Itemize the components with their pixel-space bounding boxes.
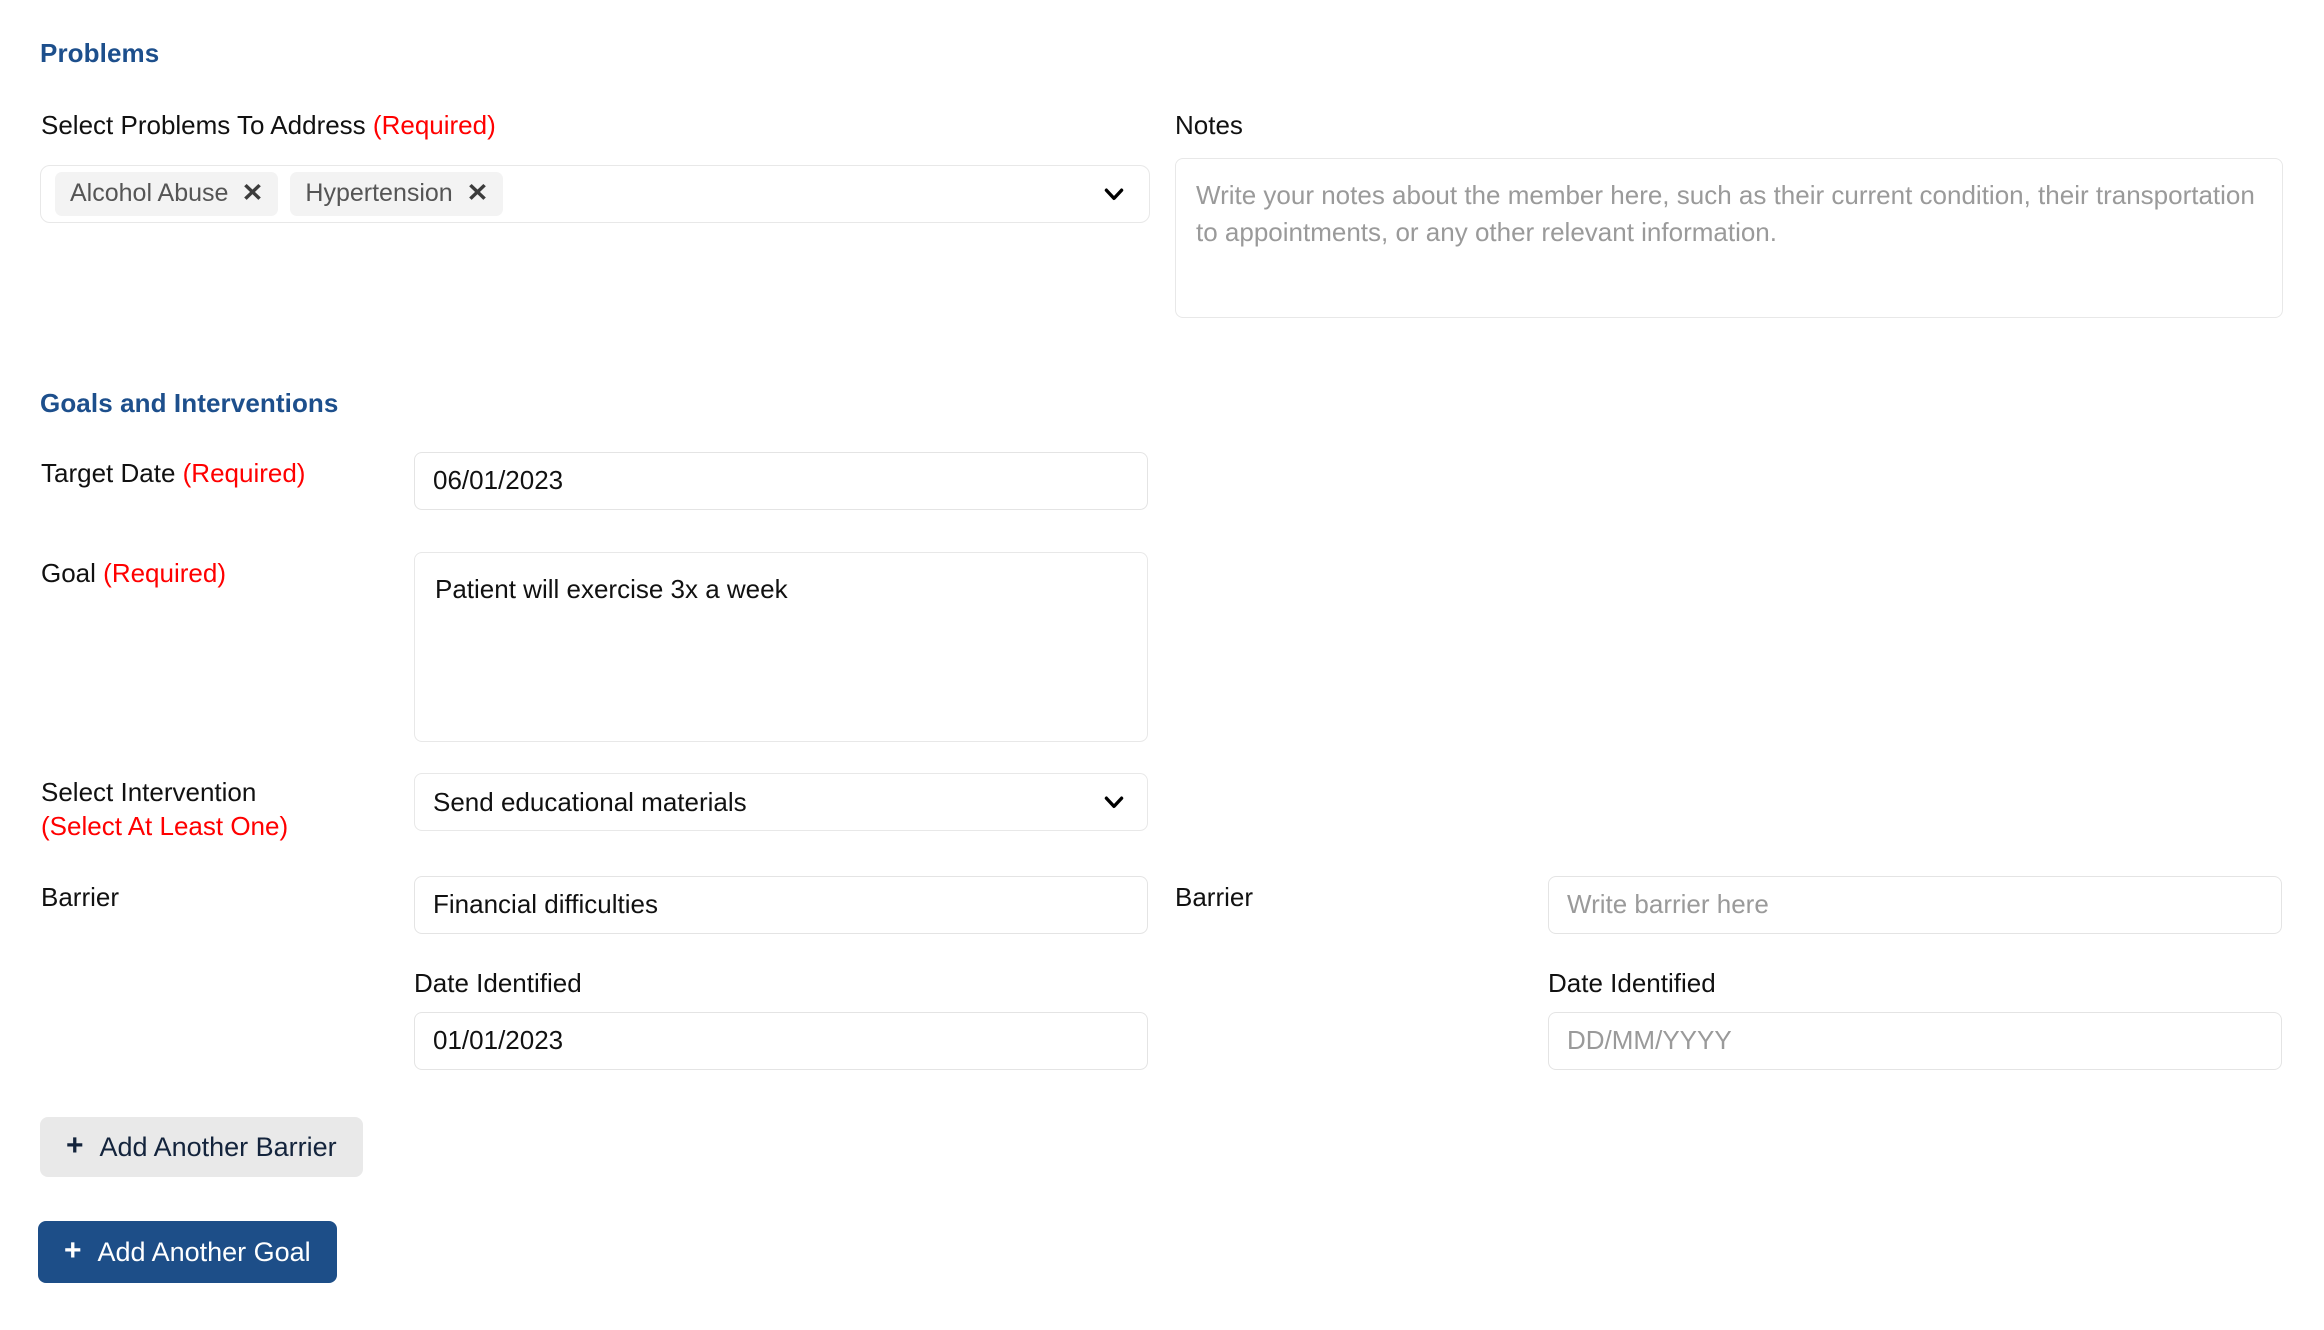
date-identified-label-right: Date Identified — [1548, 968, 1716, 998]
select-intervention-label-text: Select Intervention — [41, 777, 257, 807]
notes-label: Notes — [1175, 110, 1243, 140]
goal-label: Goal (Required) — [41, 556, 226, 590]
select-intervention-value: Send educational materials — [433, 786, 747, 817]
date-identified-input-right[interactable]: DD/MM/YYYY — [1548, 1012, 2282, 1070]
add-another-barrier-button[interactable]: + Add Another Barrier — [40, 1117, 363, 1177]
goal-label-text: Goal — [41, 558, 96, 588]
date-identified-placeholder-right: DD/MM/YYYY — [1567, 1025, 1732, 1056]
problems-multiselect[interactable]: Alcohol Abuse ✕ Hypertension ✕ — [40, 165, 1150, 223]
select-intervention-label: Select Intervention (Select At Least One) — [41, 775, 381, 844]
barrier-label-right: Barrier — [1175, 882, 1254, 912]
target-date-input[interactable]: 06/01/2023 — [414, 452, 1148, 510]
date-identified-input-left[interactable]: 01/01/2023 — [414, 1012, 1148, 1070]
target-date-label-text: Target Date — [41, 458, 176, 488]
problem-chip-label: Hypertension — [305, 179, 453, 207]
care-plan-form: Problems Select Problems To Address (Req… — [0, 0, 2324, 1330]
select-problems-label-text: Select Problems To Address — [41, 110, 366, 140]
barrier-placeholder-right: Write barrier here — [1567, 889, 1769, 920]
problem-chip[interactable]: Hypertension ✕ — [290, 172, 503, 216]
goals-section-heading: Goals and Interventions — [40, 388, 339, 418]
goal-required-marker: (Required) — [103, 558, 226, 588]
problem-chip[interactable]: Alcohol Abuse ✕ — [55, 172, 279, 216]
target-date-value: 06/01/2023 — [433, 465, 564, 496]
select-problems-required-marker: (Required) — [372, 110, 496, 140]
problem-chip-label: Alcohol Abuse — [70, 179, 229, 207]
add-another-barrier-label: Add Another Barrier — [99, 1131, 337, 1162]
target-date-label: Target Date (Required) — [41, 456, 305, 490]
close-icon[interactable]: ✕ — [242, 181, 264, 206]
barrier-value-left: Financial difficulties — [433, 889, 658, 920]
chevron-down-icon[interactable] — [1101, 789, 1127, 815]
plus-icon: + — [66, 1129, 84, 1162]
target-date-required-marker: (Required) — [182, 458, 306, 488]
select-intervention-required-marker: (Select At Least One) — [41, 811, 289, 842]
goal-value: Patient will exercise 3x a week — [435, 574, 788, 604]
barrier-label-left: Barrier — [41, 882, 120, 912]
problems-section-heading: Problems — [40, 38, 160, 68]
barrier-input-left[interactable]: Financial difficulties — [414, 876, 1148, 934]
add-another-goal-button[interactable]: + Add Another Goal — [38, 1221, 337, 1283]
date-identified-value-left: 01/01/2023 — [433, 1025, 564, 1056]
plus-icon: + — [64, 1234, 82, 1267]
date-identified-label-left: Date Identified — [414, 968, 582, 998]
close-icon[interactable]: ✕ — [466, 181, 488, 206]
add-another-goal-label: Add Another Goal — [97, 1236, 311, 1267]
goal-textarea[interactable]: Patient will exercise 3x a week — [414, 552, 1148, 742]
notes-placeholder: Write your notes about the member here, … — [1196, 180, 2255, 247]
select-intervention-dropdown[interactable]: Send educational materials — [414, 773, 1148, 831]
chevron-down-icon[interactable] — [1101, 181, 1127, 207]
select-problems-label: Select Problems To Address (Required) — [41, 108, 496, 142]
notes-textarea[interactable]: Write your notes about the member here, … — [1175, 158, 2283, 318]
barrier-input-right[interactable]: Write barrier here — [1548, 876, 2282, 934]
